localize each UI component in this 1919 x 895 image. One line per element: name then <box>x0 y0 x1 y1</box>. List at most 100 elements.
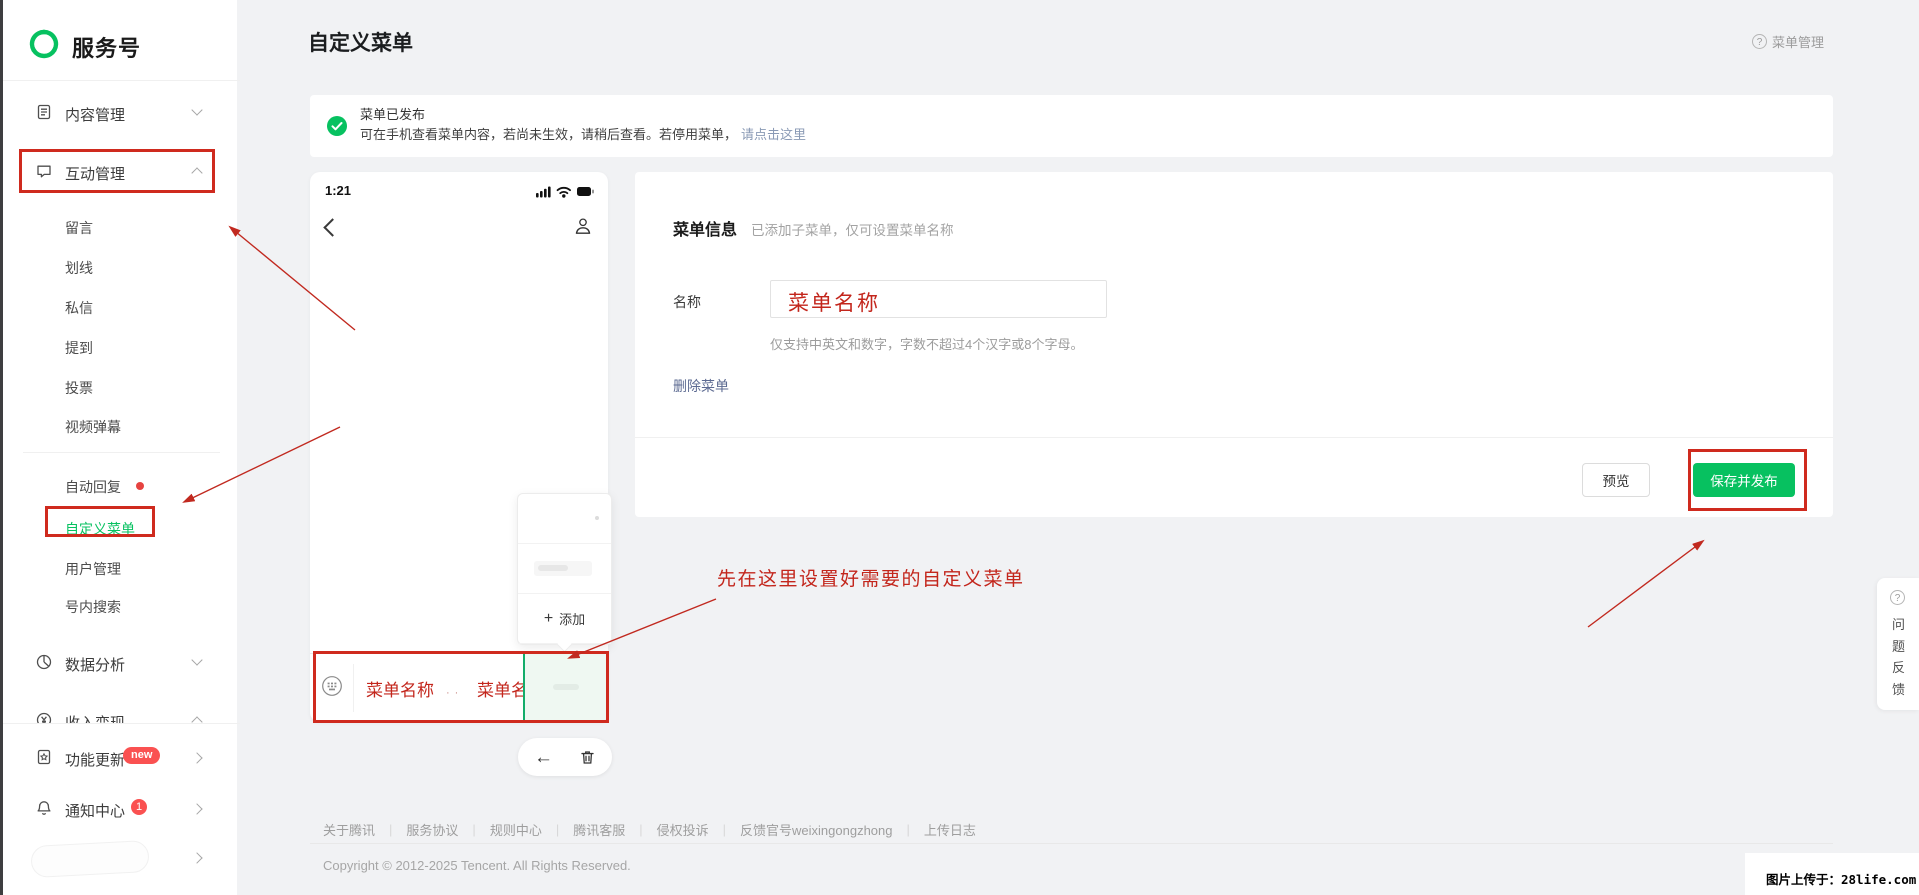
add-submenu-button[interactable]: + 添加 <box>518 594 611 643</box>
divider <box>310 843 1833 844</box>
sidebar-item-label: 投票 <box>65 380 93 396</box>
name-field-label: 名称 <box>673 294 701 310</box>
document-icon <box>36 104 52 120</box>
footer-link[interactable]: 腾讯客服 <box>573 820 625 839</box>
sidebar-item-label: 用户管理 <box>65 561 121 577</box>
watermark: 图片上传于：28life.com <box>1745 853 1919 895</box>
sidebar-item-comments[interactable]: 留言 <box>3 215 240 239</box>
status-icons <box>536 185 594 203</box>
trash-icon[interactable] <box>579 749 596 766</box>
notification-count-badge: 1 <box>131 799 147 815</box>
service-account-logo-icon <box>28 28 60 65</box>
annotation-arrow <box>1587 539 1705 628</box>
battery-icon <box>577 187 594 196</box>
menu-item-selected-empty[interactable] <box>525 654 608 722</box>
watermark-text: 图片上传于：28life.com <box>1766 872 1917 887</box>
sidebar-item-monetization[interactable]: 收入变现 <box>3 709 240 723</box>
divider: | <box>555 822 560 837</box>
footer-link[interactable]: 侵权投诉 <box>657 820 709 839</box>
sidebar-item-votes[interactable]: 投票 <box>3 375 240 399</box>
menu-management-help[interactable]: ? 菜单管理 <box>1752 32 1824 51</box>
sidebar-item-video-danmu[interactable]: 视频弹幕 <box>3 414 240 438</box>
sidebar-item-mentions[interactable]: 提到 <box>3 335 240 359</box>
footer-links: 关于腾讯 | 服务协议 | 规则中心 | 腾讯客服 | 侵权投诉 | 反馈官号weixin… <box>323 820 976 839</box>
delete-menu-link[interactable]: 删除菜单 <box>673 376 729 396</box>
new-badge: new <box>123 747 161 764</box>
submenu-popup: + 添加 <box>517 493 612 653</box>
person-icon[interactable] <box>573 216 593 241</box>
sidebar-item-feature-updates[interactable]: 功能更新 new <box>3 746 240 770</box>
sidebar-item-monetization-clipped: 收入变现 <box>3 698 240 723</box>
divider <box>23 452 220 453</box>
sidebar-item-user-management[interactable]: 用户管理 <box>3 556 240 580</box>
chevron-up-icon <box>191 716 203 723</box>
chevron-right-icon <box>191 752 203 764</box>
sidebar: 服务号 内容管理 互动管理 留言 划线 私信 提到 投票 视频弹幕 自动回复 自… <box>0 0 240 895</box>
menu-edit-toolbar: ← <box>518 738 612 776</box>
footer-link[interactable]: 规则中心 <box>490 820 542 839</box>
redacted-text <box>534 561 592 576</box>
sidebar-item-label: 提到 <box>65 340 93 356</box>
sidebar-item-underline[interactable]: 划线 <box>3 255 240 279</box>
footer-link[interactable]: 反馈官号weixingongzhong <box>740 820 892 839</box>
sidebar-item-data-analysis[interactable]: 数据分析 <box>3 651 240 675</box>
sidebar-item-custom-menu[interactable]: 自定义菜单 <box>3 516 240 540</box>
sidebar-item-label: 功能更新 <box>65 752 126 769</box>
published-banner: 菜单已发布 可在手机查看菜单内容，若尚未生效，请稍后查看。若停用菜单， 请点击这里 <box>310 95 1833 157</box>
menu-item-1[interactable]: 菜单名称 <box>357 676 443 701</box>
back-arrow-icon[interactable]: ← <box>534 748 553 767</box>
sidebar-item-private-message[interactable]: 私信 <box>3 295 240 319</box>
chevron-left-icon[interactable] <box>323 218 342 237</box>
sidebar-item-notification-center[interactable]: 通知中心 1 <box>3 797 240 821</box>
menu-name-input[interactable]: 菜单名称 <box>770 280 1107 318</box>
redacted-mark: ·· <box>446 687 464 699</box>
sidebar-item-label: 互动管理 <box>65 166 126 183</box>
sidebar-item-label: 收入变现 <box>65 712 125 723</box>
divider: | <box>472 822 476 837</box>
submenu-item-redacted[interactable] <box>518 494 611 544</box>
plus-icon: + <box>543 609 554 627</box>
chevron-right-icon <box>191 852 203 864</box>
pie-chart-icon <box>36 654 52 670</box>
banner-body-text: 可在手机查看菜单内容，若尚未生效，请稍后查看。若停用菜单， <box>360 127 738 142</box>
divider <box>353 664 354 712</box>
menu-info-panel: 菜单信息 已添加子菜单，仅可设置菜单名称 名称 菜单名称 仅支持中英文和数字，字… <box>635 172 1833 517</box>
add-label: 添加 <box>559 612 586 627</box>
footer-link[interactable]: 上传日志 <box>924 820 976 839</box>
divider: | <box>389 822 393 837</box>
sidebar-item-interaction-management[interactable]: 互动管理 <box>3 160 240 184</box>
sidebar-item-account-search[interactable]: 号内搜索 <box>3 594 240 618</box>
chevron-down-icon <box>191 654 203 666</box>
footer-link[interactable]: 服务协议 <box>406 820 458 839</box>
feedback-tab[interactable]: ? 问题反馈 <box>1877 578 1919 710</box>
sidebar-item-auto-reply[interactable]: 自动回复 <box>3 474 240 498</box>
sidebar-item-label: 视频弹幕 <box>65 419 121 435</box>
feedback-label: 问题反馈 <box>1891 617 1905 697</box>
sidebar-item-label: 划线 <box>65 260 93 276</box>
footer-link[interactable]: 关于腾讯 <box>323 820 375 839</box>
wechat-official-account-admin-page: 服务号 内容管理 互动管理 留言 划线 私信 提到 投票 视频弹幕 自动回复 自… <box>0 0 1919 895</box>
divider: | <box>639 822 643 837</box>
divider: | <box>722 822 727 837</box>
annotation-text: 先在这里设置好需要的自定义菜单 <box>717 568 1025 590</box>
app-title: 服务号 <box>72 35 142 61</box>
divider: | <box>906 822 910 837</box>
notification-dot <box>136 482 144 490</box>
disable-menu-link[interactable]: 请点击这里 <box>741 127 806 142</box>
sidebar-item-label: 内容管理 <box>65 107 126 124</box>
bell-icon <box>36 800 52 816</box>
chevron-right-icon <box>191 803 203 815</box>
logo: 服务号 <box>28 28 141 65</box>
divider <box>635 437 1833 438</box>
keyboard-icon[interactable] <box>321 675 343 702</box>
divider <box>3 80 240 81</box>
check-circle-icon <box>327 116 347 141</box>
banner-title: 菜单已发布 <box>360 107 426 122</box>
save-publish-button[interactable]: 保存并发布 <box>1693 463 1795 497</box>
redacted-mark <box>595 516 599 520</box>
preview-button[interactable]: 预览 <box>1582 463 1650 497</box>
sidebar-item-content-management[interactable]: 内容管理 <box>3 101 240 125</box>
divider <box>3 723 240 724</box>
submenu-item-redacted[interactable] <box>518 544 611 594</box>
redacted-account-name <box>30 839 150 879</box>
